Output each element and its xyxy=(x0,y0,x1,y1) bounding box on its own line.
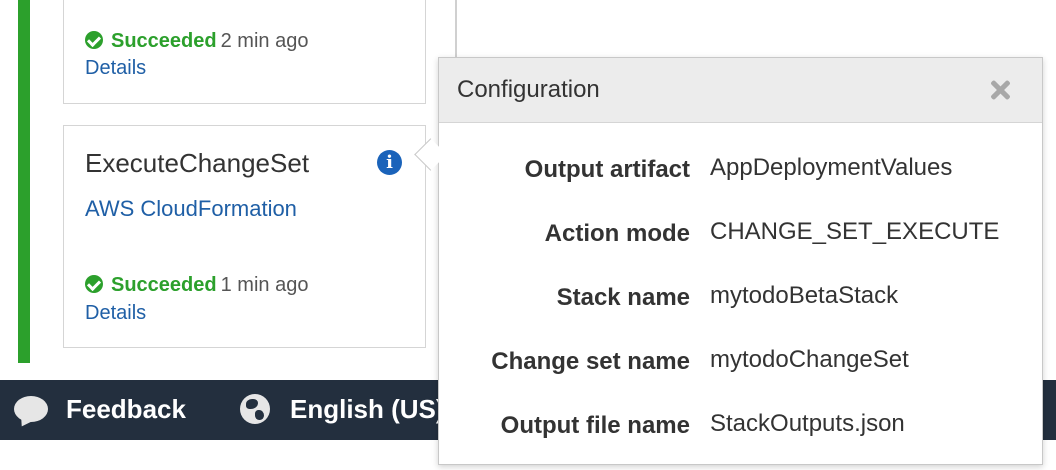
config-label: Stack name xyxy=(556,284,690,311)
config-value: AppDeploymentValues xyxy=(710,154,953,181)
action-name: ExecuteChangeSet xyxy=(85,148,310,178)
close-icon[interactable] xyxy=(988,78,1012,102)
config-label: Action mode xyxy=(544,220,690,247)
config-label: Output artifact xyxy=(524,156,690,183)
action-card-previous: Succeeded 2 min ago Details xyxy=(63,0,426,104)
status-text: Succeeded xyxy=(111,30,217,52)
config-row: Output file name StackOutputs.json xyxy=(439,405,1042,445)
config-row: Action mode CHANGE_SET_EXECUTE xyxy=(439,213,1042,253)
action-card-execute-change-set: ExecuteChangeSet i AWS CloudFormation Su… xyxy=(63,125,426,348)
language-selector[interactable]: English (US) xyxy=(240,394,445,425)
config-row: Output artifact AppDeploymentValues xyxy=(439,149,1042,189)
feedback-button[interactable]: Feedback xyxy=(14,394,186,425)
details-link[interactable]: Details xyxy=(85,57,146,80)
details-link[interactable]: Details xyxy=(85,302,146,325)
popover-title: Configuration xyxy=(457,76,600,103)
status-time: 2 min ago xyxy=(220,30,309,52)
config-row: Stack name mytodoBetaStack xyxy=(439,277,1042,317)
config-value: mytodoBetaStack xyxy=(710,282,899,309)
status-row: Succeeded 2 min ago xyxy=(85,29,308,53)
popover-header: Configuration xyxy=(439,58,1042,123)
config-value: mytodoChangeSet xyxy=(710,346,909,373)
globe-icon xyxy=(240,394,270,424)
check-circle-icon xyxy=(85,31,103,49)
config-value: CHANGE_SET_EXECUTE xyxy=(710,218,1000,245)
speech-bubble-icon xyxy=(14,396,48,422)
config-label: Output file name xyxy=(500,412,690,439)
status-time: 1 min ago xyxy=(220,274,309,296)
config-label: Change set name xyxy=(491,348,690,375)
status-row: Succeeded 1 min ago xyxy=(85,273,308,297)
check-circle-icon xyxy=(85,275,103,293)
provider-link[interactable]: AWS CloudFormation xyxy=(85,196,297,222)
feedback-label: Feedback xyxy=(66,394,186,424)
language-label: English (US) xyxy=(290,394,445,424)
config-value: StackOutputs.json xyxy=(710,410,905,437)
stage-status-bar xyxy=(18,0,30,363)
info-icon[interactable]: i xyxy=(377,150,402,175)
status-text: Succeeded xyxy=(111,274,217,296)
config-row: Change set name mytodoChangeSet xyxy=(439,341,1042,381)
configuration-popover: Configuration Output artifact AppDeploym… xyxy=(438,57,1043,465)
